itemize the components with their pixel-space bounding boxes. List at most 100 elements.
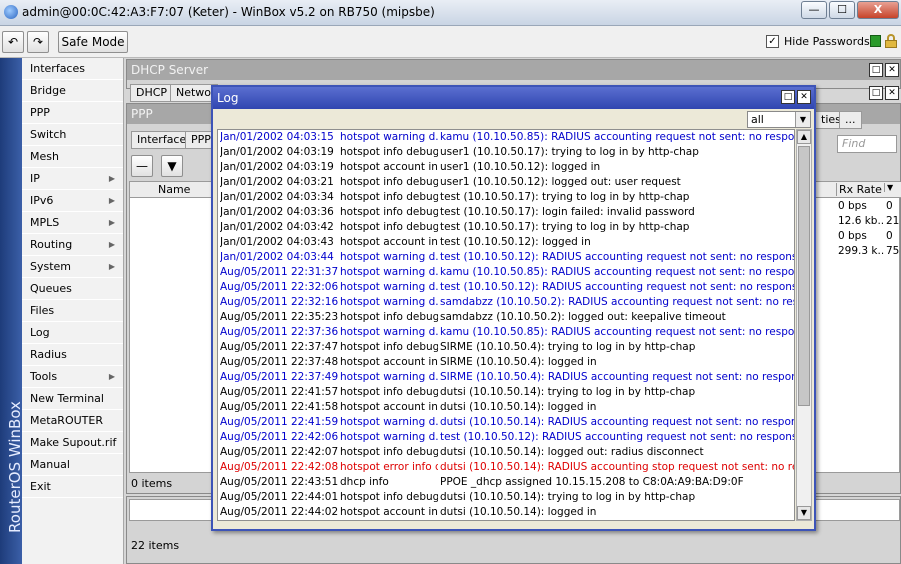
log-entry[interactable]: Jan/01/2002 04:03:21 hotspot info debug us…: [218, 175, 794, 190]
log-entry[interactable]: Jan/01/2002 04:03:19 hotspot account in..…: [218, 160, 794, 175]
table-row[interactable]: 0 bps 0: [836, 199, 901, 214]
dhcp-close-button[interactable]: ✕: [885, 63, 899, 77]
menu-item-label: MetaROUTER: [30, 414, 103, 427]
menu-item-mesh[interactable]: Mesh: [22, 146, 123, 168]
log-entry[interactable]: Jan/01/2002 04:03:15 hotspot warning d...…: [218, 130, 794, 145]
log-filter-select[interactable]: all ▼: [747, 111, 811, 128]
col-name[interactable]: Name: [158, 183, 190, 196]
log-entry[interactable]: Aug/05/2011 22:41:57 hotspot info debug du…: [218, 385, 794, 400]
extra-cell: 0: [886, 230, 893, 242]
menu-item-metarouter[interactable]: MetaROUTER: [22, 410, 123, 432]
scroll-thumb[interactable]: [798, 146, 810, 406]
close-button[interactable]: X: [857, 1, 899, 19]
tab-more[interactable]: ...: [839, 111, 862, 129]
ppp-restore-button[interactable]: □: [869, 86, 883, 100]
log-entry[interactable]: Aug/05/2011 22:42:08 hotspot error info d…: [218, 460, 794, 475]
log-entry[interactable]: Aug/05/2011 22:44:01 hotspot info debug du…: [218, 490, 794, 505]
col-rx-rate[interactable]: Rx Rate: [836, 183, 882, 196]
find-input[interactable]: Find: [837, 135, 897, 153]
log-topics: hotspot warning d...: [340, 371, 438, 383]
log-restore-button[interactable]: □: [781, 90, 795, 104]
log-message: test (10.10.50.17): trying to log in by …: [440, 221, 690, 233]
menu-item-interfaces[interactable]: Interfaces: [22, 58, 123, 80]
menu-item-ipv6[interactable]: IPv6 ▶: [22, 190, 123, 212]
menu-item-ip[interactable]: IP ▶: [22, 168, 123, 190]
menu-item-routing[interactable]: Routing ▶: [22, 234, 123, 256]
log-entry[interactable]: Aug/05/2011 22:43:51 dhcp info PPOE _dhcp …: [218, 475, 794, 490]
menu-item-log[interactable]: Log: [22, 322, 123, 344]
undo-button[interactable]: ↶: [2, 31, 24, 53]
menu-item-label: Files: [30, 304, 55, 317]
log-entry[interactable]: Aug/05/2011 22:37:48 hotspot account in..…: [218, 355, 794, 370]
log-entry[interactable]: Aug/05/2011 22:41:59 hotspot warning d...…: [218, 415, 794, 430]
col-dropdown[interactable]: ▼: [884, 183, 893, 192]
menu-item-switch[interactable]: Switch: [22, 124, 123, 146]
redo-button[interactable]: ↷: [27, 31, 49, 53]
menu-item-make-supout-rif[interactable]: Make Supout.rif: [22, 432, 123, 454]
rx-rate-cell: 12.6 kb...: [838, 215, 884, 227]
log-topics: hotspot warning d...: [340, 281, 438, 293]
log-time: Aug/05/2011 22:37:49: [220, 371, 338, 383]
table-row[interactable]: 12.6 kb... 21: [836, 214, 901, 229]
menu-item-bridge[interactable]: Bridge: [22, 80, 123, 102]
log-entry[interactable]: Aug/05/2011 22:35:23 hotspot info debug sa…: [218, 310, 794, 325]
hide-passwords-checkbox[interactable]: ✓: [766, 35, 779, 48]
log-entry[interactable]: Jan/01/2002 04:03:34 hotspot info debug te…: [218, 190, 794, 205]
log-entry[interactable]: Aug/05/2011 22:37:49 hotspot warning d...…: [218, 370, 794, 385]
log-topics: dhcp info: [340, 476, 389, 488]
menu-item-manual[interactable]: Manual: [22, 454, 123, 476]
menu-item-ppp[interactable]: PPP: [22, 102, 123, 124]
log-entry[interactable]: Jan/01/2002 04:03:19 hotspot info debug us…: [218, 145, 794, 160]
log-entry[interactable]: Aug/05/2011 22:44:02 hotspot account in..…: [218, 505, 794, 520]
log-entry[interactable]: Aug/05/2011 22:37:47 hotspot info debug SI…: [218, 340, 794, 355]
log-topics: hotspot info debug: [340, 206, 438, 218]
menu-item-label: Exit: [30, 480, 51, 493]
log-entry[interactable]: Jan/01/2002 04:03:36 hotspot info debug te…: [218, 205, 794, 220]
menu-item-new-terminal[interactable]: New Terminal: [22, 388, 123, 410]
menu-item-tools[interactable]: Tools ▶: [22, 366, 123, 388]
tab-dhcp[interactable]: DHCP: [130, 84, 174, 102]
log-entry[interactable]: Aug/05/2011 22:32:06 hotspot warning d...…: [218, 280, 794, 295]
log-message: test (10.10.50.12): RADIUS accounting re…: [440, 281, 795, 293]
log-entry[interactable]: Jan/01/2002 04:03:44 hotspot warning d...…: [218, 250, 794, 265]
log-time: Jan/01/2002 04:03:36: [220, 206, 334, 218]
tab-interface[interactable]: Interface: [131, 131, 193, 149]
log-time: Aug/05/2011 22:41:57: [220, 386, 338, 398]
log-entry[interactable]: Jan/01/2002 04:03:43 hotspot account in..…: [218, 235, 794, 250]
log-close-button[interactable]: ✕: [797, 90, 811, 104]
menu-item-radius[interactable]: Radius: [22, 344, 123, 366]
menu-item-system[interactable]: System ▶: [22, 256, 123, 278]
log-entry[interactable]: Aug/05/2011 22:32:16 hotspot warning d...…: [218, 295, 794, 310]
scroll-down-button[interactable]: ▼: [797, 506, 811, 520]
log-message: test (10.10.50.12): logged in: [440, 236, 591, 248]
safe-mode-button[interactable]: Safe Mode: [58, 31, 128, 53]
log-entry[interactable]: Aug/05/2011 22:37:36 hotspot warning d...…: [218, 325, 794, 340]
undo-icon: ↶: [7, 35, 19, 49]
menu-item-mpls[interactable]: MPLS ▶: [22, 212, 123, 234]
remove-button[interactable]: —: [131, 155, 153, 177]
log-entry[interactable]: Aug/05/2011 22:42:07 hotspot info debug du…: [218, 445, 794, 460]
log-entry[interactable]: Aug/05/2011 22:31:37 hotspot warning d...…: [218, 265, 794, 280]
maximize-button[interactable]: ☐: [829, 1, 855, 19]
table-row[interactable]: 0 bps 0: [836, 229, 901, 244]
ppp-close-button[interactable]: ✕: [885, 86, 899, 100]
scroll-up-button[interactable]: ▲: [797, 130, 811, 144]
minimize-button[interactable]: —: [801, 1, 827, 19]
menu-item-queues[interactable]: Queues: [22, 278, 123, 300]
log-entry[interactable]: Aug/05/2011 22:41:58 hotspot account in..…: [218, 400, 794, 415]
table-row[interactable]: 299.3 k... 75: [836, 244, 901, 259]
menu-item-exit[interactable]: Exit: [22, 476, 123, 498]
log-topics: hotspot info debug: [340, 311, 438, 323]
log-scrollbar[interactable]: ▲ ▼: [796, 129, 812, 521]
log-entry[interactable]: Aug/05/2011 22:42:06 hotspot warning d...…: [218, 430, 794, 445]
log-time: Aug/05/2011 22:42:06: [220, 431, 338, 443]
title-bar: admin@00:0C:42:A3:F7:07 (Keter) - WinBox…: [0, 0, 901, 26]
menu-item-files[interactable]: Files: [22, 300, 123, 322]
filter-button[interactable]: ▼: [161, 155, 183, 177]
log-message: user1 (10.10.50.17): trying to log in by…: [440, 146, 699, 158]
log-entry[interactable]: Jan/01/2002 04:03:42 hotspot info debug te…: [218, 220, 794, 235]
submenu-arrow-icon: ▶: [108, 262, 115, 271]
menu-item-label: IP: [30, 172, 40, 185]
log-topics: hotspot info debug: [340, 191, 438, 203]
dhcp-restore-button[interactable]: □: [869, 63, 883, 77]
